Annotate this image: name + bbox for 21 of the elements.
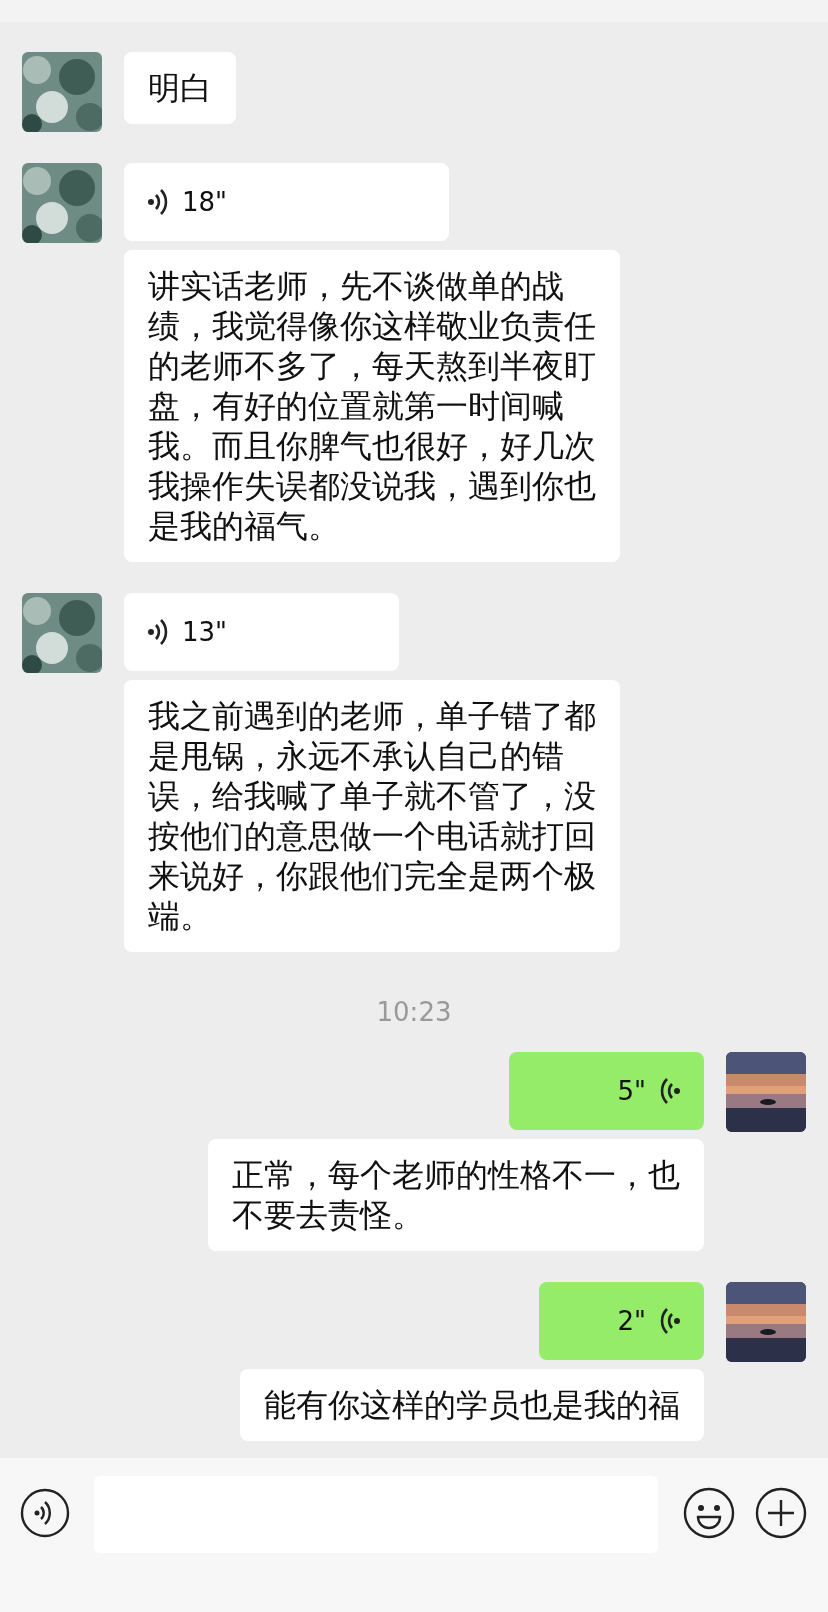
message-bubble: 讲实话老师，先不谈做单的战 绩，我觉得像你这样敬业负责任 的老师不多了，每天熬到半夜盯 盘，有好的位置就第一时间喊 我。而且你脾气也很好，好几次 我操作失误都没说我，遇到你也 是我的福气。 xyxy=(124,250,620,562)
message-bubble: 我之前遇到的老师，单子错了都 是甩锅，永远不承认自己的错 误，给我喊了单子就不管了，没 按他们的意思做一个电话就打回 来说好，你跟他们完全是两个极 端。 xyxy=(124,680,620,952)
voice-icon xyxy=(148,187,170,217)
voice-input-icon[interactable] xyxy=(20,1488,70,1538)
message-bubble: 正常，每个老师的性格不一，也 不要去责怪。 xyxy=(208,1139,704,1251)
voice-duration: 18" xyxy=(182,187,228,217)
add-icon[interactable] xyxy=(754,1486,808,1540)
voice-icon xyxy=(148,617,170,647)
voice-message[interactable]: 18" xyxy=(124,163,449,241)
voice-duration: 13" xyxy=(182,617,228,647)
timestamp: 10:23 xyxy=(376,997,452,1027)
voice-duration: 2" xyxy=(617,1306,646,1336)
voice-icon xyxy=(658,1076,680,1106)
voice-message[interactable]: 2" xyxy=(539,1282,704,1360)
emoji-icon[interactable] xyxy=(682,1486,736,1540)
voice-duration: 5" xyxy=(617,1076,646,1106)
message-bubble: 能有你这样的学员也是我的福 xyxy=(240,1369,704,1441)
voice-icon xyxy=(658,1306,680,1336)
voice-message[interactable]: 13" xyxy=(124,593,399,671)
message-bubble: 明白 xyxy=(124,52,236,124)
voice-message[interactable]: 5" xyxy=(509,1052,704,1130)
